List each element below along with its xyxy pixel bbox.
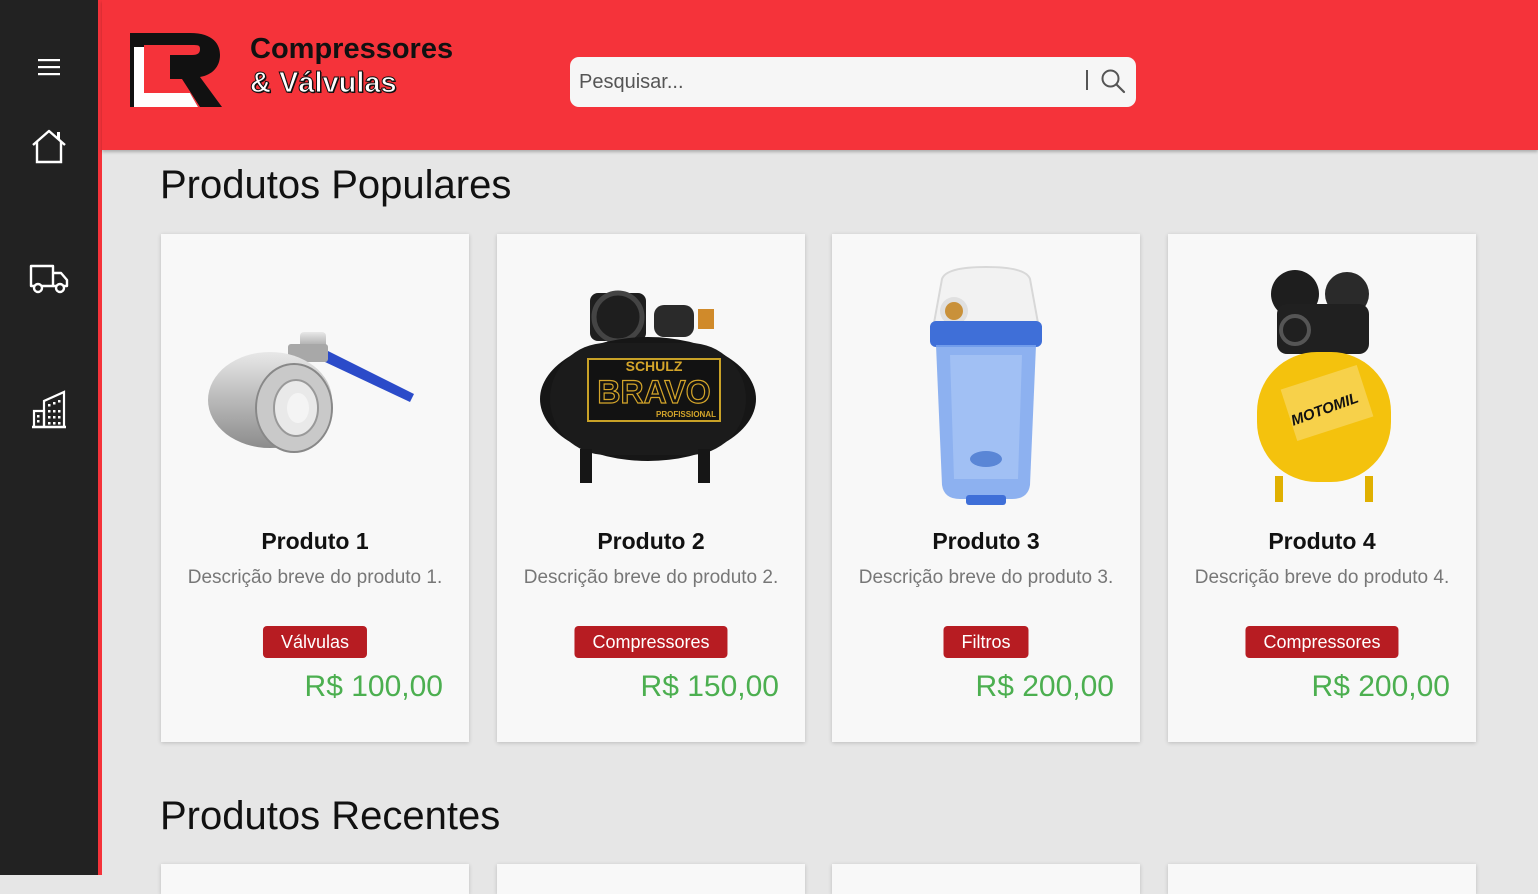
search-bar	[570, 57, 1136, 107]
category-badge[interactable]: Válvulas	[262, 626, 368, 658]
top-header: Compressores & Válvulas	[102, 0, 1538, 150]
category-badge[interactable]: Compressores	[574, 626, 728, 658]
search-input[interactable]	[577, 69, 1061, 95]
product-card[interactable]	[497, 864, 805, 894]
compressor-brand-label: SCHULZ	[626, 358, 683, 374]
product-image: MOTOMIL	[1168, 254, 1476, 514]
brand-line-1: Compressores	[250, 33, 454, 65]
brand-logo[interactable]	[130, 33, 222, 112]
compressor-model-label: BRAVO	[597, 374, 710, 410]
search-button[interactable]	[1100, 68, 1126, 99]
product-price: R$ 200,00	[1311, 670, 1450, 703]
product-image: SCHULZ BRAVO PROFISSIONAL	[497, 254, 805, 514]
product-description: Descrição breve do produto 4.	[1194, 567, 1450, 588]
water-filter-image	[930, 265, 1042, 505]
product-price: R$ 150,00	[640, 670, 779, 703]
popular-products-title: Produtos Populares	[160, 163, 512, 207]
product-name[interactable]: Produto 4	[1168, 528, 1476, 555]
nav-company[interactable]	[0, 388, 98, 430]
product-card[interactable]	[832, 864, 1140, 894]
category-badge[interactable]: Compressores	[1245, 626, 1399, 658]
product-name[interactable]: Produto 1	[161, 528, 469, 555]
product-description: Descrição breve do produto 2.	[523, 567, 779, 588]
nav-delivery[interactable]	[0, 258, 98, 298]
product-image	[832, 254, 1140, 514]
menu-button[interactable]	[0, 48, 98, 86]
compressor-sub-label: PROFISSIONAL	[656, 410, 716, 419]
recent-products-title: Produtos Recentes	[160, 794, 501, 838]
product-card[interactable]	[161, 864, 469, 894]
product-card[interactable]: Produto 1 Descrição breve do produto 1. …	[161, 234, 469, 742]
category-badge[interactable]: Filtros	[943, 626, 1029, 658]
search-icon	[1101, 69, 1126, 94]
product-card[interactable]	[1168, 864, 1476, 894]
yellow-compressor-image: MOTOMIL	[1257, 270, 1391, 502]
building-icon	[32, 390, 66, 429]
sidebar	[0, 0, 102, 875]
home-icon	[32, 129, 66, 164]
product-description: Descrição breve do produto 3.	[858, 567, 1114, 588]
product-name[interactable]: Produto 2	[497, 528, 805, 555]
product-card[interactable]: Produto 3 Descrição breve do produto 3. …	[832, 234, 1140, 742]
menu-icon	[38, 59, 60, 76]
product-card[interactable]: SCHULZ BRAVO PROFISSIONAL Produto 2 Desc…	[497, 234, 805, 742]
product-description: Descrição breve do produto 1.	[187, 567, 443, 588]
air-compressor-image: SCHULZ BRAVO PROFISSIONAL	[540, 290, 756, 483]
product-card[interactable]: MOTOMIL Produto 4 Descrição breve do pro…	[1168, 234, 1476, 742]
brand-name: Compressores & Válvulas	[249, 32, 454, 100]
product-price: R$ 100,00	[304, 670, 443, 703]
product-price: R$ 200,00	[975, 670, 1114, 703]
lr-logo-icon	[130, 33, 222, 107]
brand-line-2: & Válvulas	[249, 67, 397, 100]
nav-home[interactable]	[0, 126, 98, 166]
ball-valve-image	[208, 332, 414, 453]
truck-icon	[29, 264, 69, 294]
search-divider	[1086, 70, 1088, 90]
product-name[interactable]: Produto 3	[832, 528, 1140, 555]
product-image	[161, 254, 469, 514]
